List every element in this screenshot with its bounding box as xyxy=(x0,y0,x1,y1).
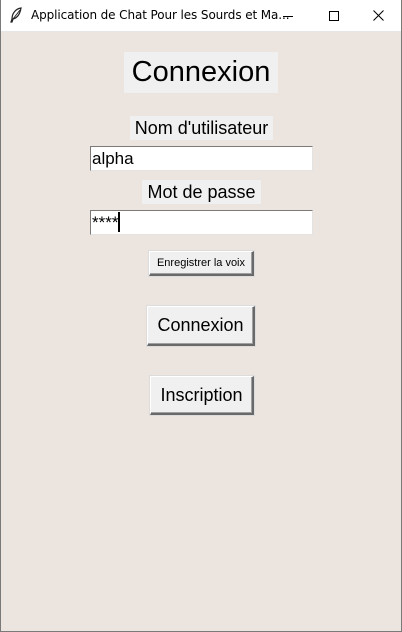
window-title: Application de Chat Pour les Sourds et M… xyxy=(31,8,290,22)
record-voice-button[interactable]: Enregistrer la voix xyxy=(149,251,254,276)
maximize-button[interactable] xyxy=(311,0,357,31)
page-title: Connexion xyxy=(124,52,278,93)
close-button[interactable] xyxy=(355,0,401,31)
username-label: Nom d'utilisateur xyxy=(130,116,273,140)
minimize-button[interactable] xyxy=(265,0,311,31)
minimize-icon xyxy=(283,11,293,21)
password-value: **** xyxy=(92,213,119,232)
register-button[interactable]: Inscription xyxy=(150,376,254,415)
username-value: alpha xyxy=(92,149,134,168)
close-icon xyxy=(372,10,384,21)
app-window: Application de Chat Pour les Sourds et M… xyxy=(0,0,402,632)
login-form: Connexion Nom d'utilisateur alpha Mot de… xyxy=(1,32,401,630)
text-cursor xyxy=(118,212,121,232)
password-input[interactable]: **** xyxy=(90,210,313,235)
title-bar[interactable]: Application de Chat Pour les Sourds et M… xyxy=(1,0,401,32)
login-button[interactable]: Connexion xyxy=(147,306,255,346)
password-label: Mot de passe xyxy=(142,180,261,204)
feather-icon xyxy=(9,7,23,23)
maximize-icon xyxy=(329,10,339,21)
username-input[interactable]: alpha xyxy=(90,146,313,171)
